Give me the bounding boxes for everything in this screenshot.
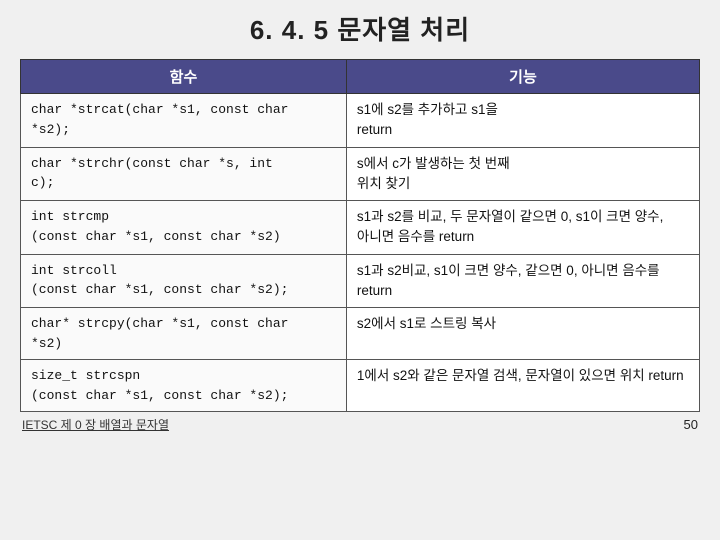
page: 6. 4. 5 문자열 처리 함수 기능 char *strcat(char *…	[0, 0, 720, 540]
table-row: char *strchr(const char *s, intc); s에서 c…	[21, 147, 700, 201]
func-cell: char *strchr(const char *s, intc);	[21, 147, 347, 201]
header-desc: 기능	[346, 60, 699, 94]
desc-cell: s에서 c가 발생하는 첫 번째위치 찾기	[346, 147, 699, 201]
desc-cell: s1에 s2를 추가하고 s1을return	[346, 94, 699, 148]
footer: IETSC 제 0 장 배열과 문자열 50	[20, 416, 700, 433]
func-cell: char* strcpy(char *s1, const char*s2)	[21, 308, 347, 360]
func-cell: size_t strcspn(const char *s1, const cha…	[21, 360, 347, 412]
desc-cell: s1과 s2를 비교, 두 문자열이 같으면 0, s1이 크면 양수, 아니면…	[346, 201, 699, 255]
table-row: int strcoll(const char *s1, const char *…	[21, 254, 700, 308]
functions-table: 함수 기능 char *strcat(char *s1, const char*…	[20, 59, 700, 412]
table-row: char* strcpy(char *s1, const char*s2) s2…	[21, 308, 700, 360]
desc-cell: 1에서 s2와 같은 문자열 검색, 문자열이 있으면 위치 return	[346, 360, 699, 412]
table-row: size_t strcspn(const char *s1, const cha…	[21, 360, 700, 412]
page-title: 6. 4. 5 문자열 처리	[20, 10, 700, 47]
table-row: int strcmp(const char *s1, const char *s…	[21, 201, 700, 255]
page-number: 50	[684, 417, 698, 432]
footer-link[interactable]: IETSC 제 0 장 배열과 문자열	[22, 416, 169, 433]
func-cell: char *strcat(char *s1, const char*s2);	[21, 94, 347, 148]
header-func: 함수	[21, 60, 347, 94]
desc-cell: s2에서 s1로 스트링 복사	[346, 308, 699, 360]
func-cell: int strcoll(const char *s1, const char *…	[21, 254, 347, 308]
func-cell: int strcmp(const char *s1, const char *s…	[21, 201, 347, 255]
desc-cell: s1과 s2비교, s1이 크면 양수, 같으면 0, 아니면 음수를 retu…	[346, 254, 699, 308]
table-row: char *strcat(char *s1, const char*s2); s…	[21, 94, 700, 148]
